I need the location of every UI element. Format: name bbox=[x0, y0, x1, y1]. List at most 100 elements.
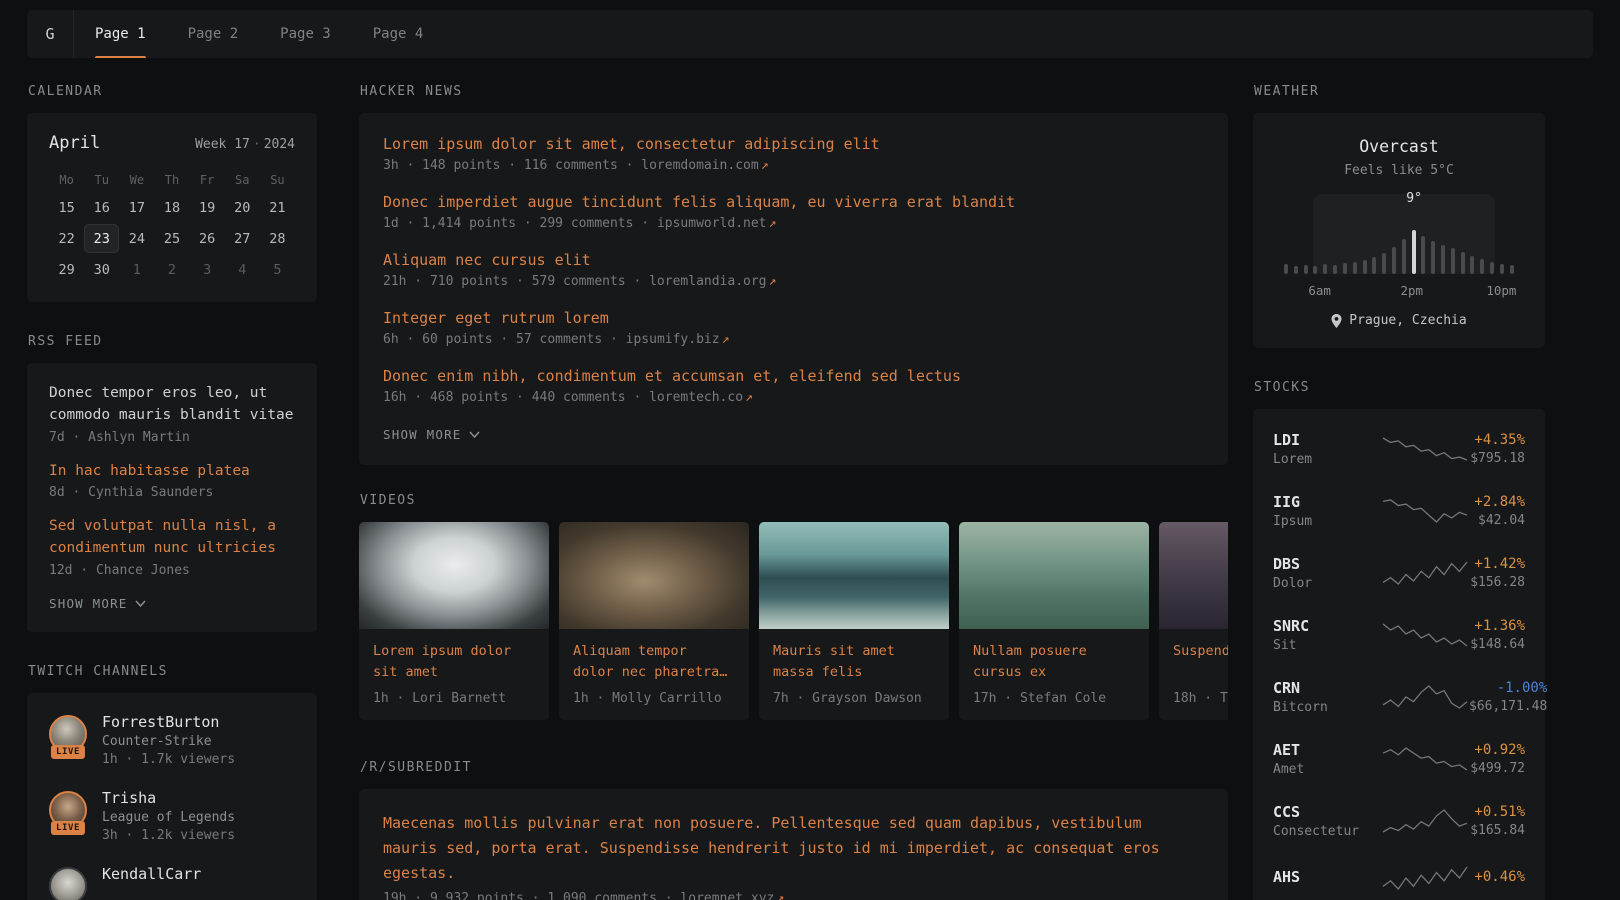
live-badge: LIVE bbox=[51, 821, 85, 835]
video-meta: 18h · Tara bbox=[1173, 691, 1228, 706]
video-title[interactable]: Suspendisse diam bbox=[1173, 641, 1228, 684]
video-thumbnail[interactable] bbox=[1159, 522, 1228, 629]
video-card[interactable]: Mauris sit amet massa felis 7h · Grayson… bbox=[759, 522, 949, 720]
stock-row[interactable]: AET Amet +0.92% $499.72 bbox=[1273, 728, 1525, 790]
stock-ticker: AHS bbox=[1273, 868, 1381, 886]
stock-price: $499.72 bbox=[1469, 761, 1525, 776]
weather-bar bbox=[1490, 262, 1494, 274]
video-card[interactable]: Nullam posuere cursus ex 17h · Stefan Co… bbox=[959, 522, 1149, 720]
hn-item-title[interactable]: Integer eget rutrum lorem bbox=[383, 309, 1204, 327]
avatar bbox=[49, 867, 87, 900]
calendar-day: 22 bbox=[49, 224, 84, 253]
weather-bars bbox=[1279, 230, 1519, 274]
stock-row[interactable]: SNRC Sit +1.36% $148.64 bbox=[1273, 604, 1525, 666]
weather-bar bbox=[1313, 266, 1317, 274]
channel-name[interactable]: ForrestBurton bbox=[102, 713, 235, 731]
rss-item-title[interactable]: Sed volutpat nulla nisl, a condimentum n… bbox=[49, 516, 295, 560]
stock-row[interactable]: CRN Bitcorn -1.00% $66,171.48 bbox=[1273, 666, 1525, 728]
chevron-down-icon bbox=[135, 600, 146, 607]
stock-row[interactable]: LDI Lorem +4.35% $795.18 bbox=[1273, 418, 1525, 480]
hn-item-domain[interactable]: loremdomain.com bbox=[641, 158, 758, 173]
stock-ticker: CRN bbox=[1273, 679, 1381, 697]
video-thumbnail[interactable] bbox=[359, 522, 549, 629]
channel-name[interactable]: Trisha bbox=[102, 789, 235, 807]
video-card[interactable]: Suspendisse diam 18h · Tara bbox=[1159, 522, 1228, 720]
weather-bar bbox=[1382, 253, 1386, 274]
weather-bar bbox=[1461, 252, 1465, 274]
weather-bar bbox=[1402, 239, 1406, 274]
tab-page-1[interactable]: Page 1 bbox=[74, 10, 167, 58]
video-title[interactable]: Mauris sit amet massa felis bbox=[773, 641, 935, 684]
twitch-channel[interactable]: LIVE ForrestBurton Counter-Strike 1h · 1… bbox=[49, 713, 295, 767]
video-thumbnail[interactable] bbox=[959, 522, 1149, 629]
rss-item-title[interactable]: In hac habitasse platea bbox=[49, 461, 295, 483]
external-link-icon: ↗ bbox=[769, 216, 777, 231]
hn-item-title[interactable]: Aliquam nec cursus elit bbox=[383, 251, 1204, 269]
channel-name[interactable]: KendallCarr bbox=[102, 865, 201, 883]
hn-item-meta: 3h · 148 points · 116 comments · loremdo… bbox=[383, 158, 1204, 173]
weather-peak-label: 9° bbox=[1406, 191, 1422, 206]
stock-row[interactable]: DBS Dolor +1.42% $156.28 bbox=[1273, 542, 1525, 604]
rss-item-title[interactable]: Donec tempor eros leo, ut commodo mauris… bbox=[49, 383, 295, 427]
subreddit-post-meta: 19h · 9,932 points · 1,090 comments · lo… bbox=[383, 891, 1204, 900]
top-nav: G Page 1 Page 2 Page 3 Page 4 bbox=[27, 10, 1593, 58]
stock-ticker: CCS bbox=[1273, 803, 1381, 821]
stock-sparkline bbox=[1381, 808, 1469, 834]
twitch-channel[interactable]: KendallCarr bbox=[49, 865, 295, 900]
hn-item-domain[interactable]: loremlandia.org bbox=[649, 274, 766, 289]
stock-row[interactable]: CCS Consectetur +0.51% $165.84 bbox=[1273, 790, 1525, 852]
weather-time-label: 10pm bbox=[1486, 283, 1516, 298]
twitch-card: LIVE ForrestBurton Counter-Strike 1h · 1… bbox=[27, 693, 317, 900]
video-thumbnail[interactable] bbox=[559, 522, 749, 629]
subreddit-post-domain[interactable]: loremnet.xyz bbox=[680, 891, 774, 900]
stock-ticker: AET bbox=[1273, 741, 1381, 759]
weather-bar-chart: 9° bbox=[1279, 194, 1519, 274]
weather-bar bbox=[1392, 247, 1396, 274]
video-card[interactable]: Aliquam tempor dolor nec pharetra… 1h · … bbox=[559, 522, 749, 720]
hn-item-title[interactable]: Donec imperdiet augue tincidunt felis al… bbox=[383, 193, 1204, 211]
video-meta: 1h · Lori Barnett bbox=[373, 691, 535, 706]
stock-name: Bitcorn bbox=[1273, 700, 1381, 715]
video-title[interactable]: Lorem ipsum dolor sit amet consectetu… bbox=[373, 641, 535, 684]
stock-change: +4.35% bbox=[1469, 432, 1525, 448]
weather-bar bbox=[1480, 259, 1484, 274]
stock-ticker: IIG bbox=[1273, 493, 1381, 511]
weather-bar bbox=[1500, 264, 1504, 274]
external-link-icon: ↗ bbox=[776, 891, 784, 900]
dot-separator: · bbox=[250, 137, 264, 152]
tab-page-3[interactable]: Page 3 bbox=[259, 10, 352, 58]
video-title[interactable]: Aliquam tempor dolor nec pharetra… bbox=[573, 641, 735, 684]
tab-page-4[interactable]: Page 4 bbox=[352, 10, 445, 58]
hn-item-title[interactable]: Donec enim nibh, condimentum et accumsan… bbox=[383, 367, 1204, 385]
rss-show-more-button[interactable]: SHOW MORE bbox=[49, 596, 146, 611]
stock-ticker: DBS bbox=[1273, 555, 1381, 573]
video-card[interactable]: Lorem ipsum dolor sit amet consectetu… 1… bbox=[359, 522, 549, 720]
calendar-day: 30 bbox=[84, 255, 119, 284]
hn-item-domain[interactable]: loremtech.co bbox=[649, 390, 743, 405]
stock-row[interactable]: IIG Ipsum +2.84% $42.04 bbox=[1273, 480, 1525, 542]
weather-location: Prague, Czechia bbox=[1349, 313, 1466, 328]
hn-show-more-button[interactable]: SHOW MORE bbox=[383, 427, 480, 442]
twitch-channel[interactable]: LIVE Trisha League of Legends 3h · 1.2k … bbox=[49, 789, 295, 843]
hackernews-card: Lorem ipsum dolor sit amet, consectetur … bbox=[359, 113, 1228, 465]
hn-item-domain[interactable]: ipsumworld.net bbox=[657, 216, 767, 231]
hn-item-domain[interactable]: ipsumify.biz bbox=[626, 332, 720, 347]
weather-condition: Overcast bbox=[1271, 137, 1527, 156]
subreddit-post-title[interactable]: Maecenas mollis pulvinar erat non posuer… bbox=[383, 811, 1204, 885]
weather-card: Overcast Feels like 5°C 9° 6am 2pm 10pm bbox=[1253, 113, 1545, 348]
app-logo[interactable]: G bbox=[27, 10, 74, 58]
calendar-day-next-month: 5 bbox=[260, 255, 295, 284]
columns: CALENDAR April Week 17·2024 Mo Tu We Th … bbox=[27, 84, 1593, 900]
stock-name: Sit bbox=[1273, 638, 1381, 653]
video-thumbnail[interactable] bbox=[759, 522, 949, 629]
weather-bar bbox=[1363, 260, 1367, 274]
stock-sparkline bbox=[1381, 560, 1469, 586]
stock-row[interactable]: AHS +0.46% bbox=[1273, 852, 1525, 900]
hackernews-widget: HACKER NEWS Lorem ipsum dolor sit amet, … bbox=[359, 84, 1228, 465]
hn-item-title[interactable]: Lorem ipsum dolor sit amet, consectetur … bbox=[383, 135, 1204, 153]
weekday-label: Sa bbox=[225, 173, 260, 187]
calendar-day: 15 bbox=[49, 193, 84, 222]
video-title[interactable]: Nullam posuere cursus ex bbox=[973, 641, 1135, 684]
tab-page-2[interactable]: Page 2 bbox=[167, 10, 260, 58]
weather-bar bbox=[1304, 265, 1308, 274]
